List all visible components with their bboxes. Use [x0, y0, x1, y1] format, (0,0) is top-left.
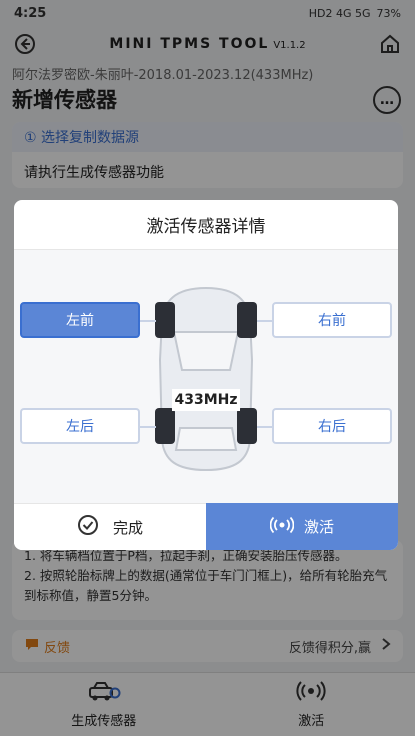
car-outline-icon — [155, 286, 257, 472]
connector-rr — [257, 426, 272, 428]
dialog-title: 激活传感器详情 — [14, 200, 398, 250]
tire-rear-right-button[interactable]: 右后 — [272, 408, 392, 444]
frequency-label: 433MHz — [172, 389, 240, 411]
done-button[interactable]: 完成 — [14, 503, 206, 550]
check-circle-icon — [77, 514, 99, 540]
tire-front-left-button[interactable]: 左前 — [20, 302, 140, 338]
activate-sensor-dialog: 激活传感器详情 左前 右前 左后 右后 433MHz 完成 激活 — [14, 200, 398, 550]
activate-button[interactable]: 激活 — [206, 503, 398, 550]
connector-fr — [257, 320, 272, 322]
done-label: 完成 — [112, 518, 143, 537]
signal-icon — [269, 516, 295, 538]
tire-front-right-button[interactable]: 右前 — [272, 302, 392, 338]
connector-fl — [140, 320, 156, 322]
tire-rear-left-button[interactable]: 左后 — [20, 408, 140, 444]
dialog-footer: 完成 激活 — [14, 503, 398, 550]
connector-rl — [140, 426, 156, 428]
car-diagram: 左前 右前 左后 右后 433MHz — [14, 250, 398, 503]
activate-label: 激活 — [303, 518, 334, 536]
